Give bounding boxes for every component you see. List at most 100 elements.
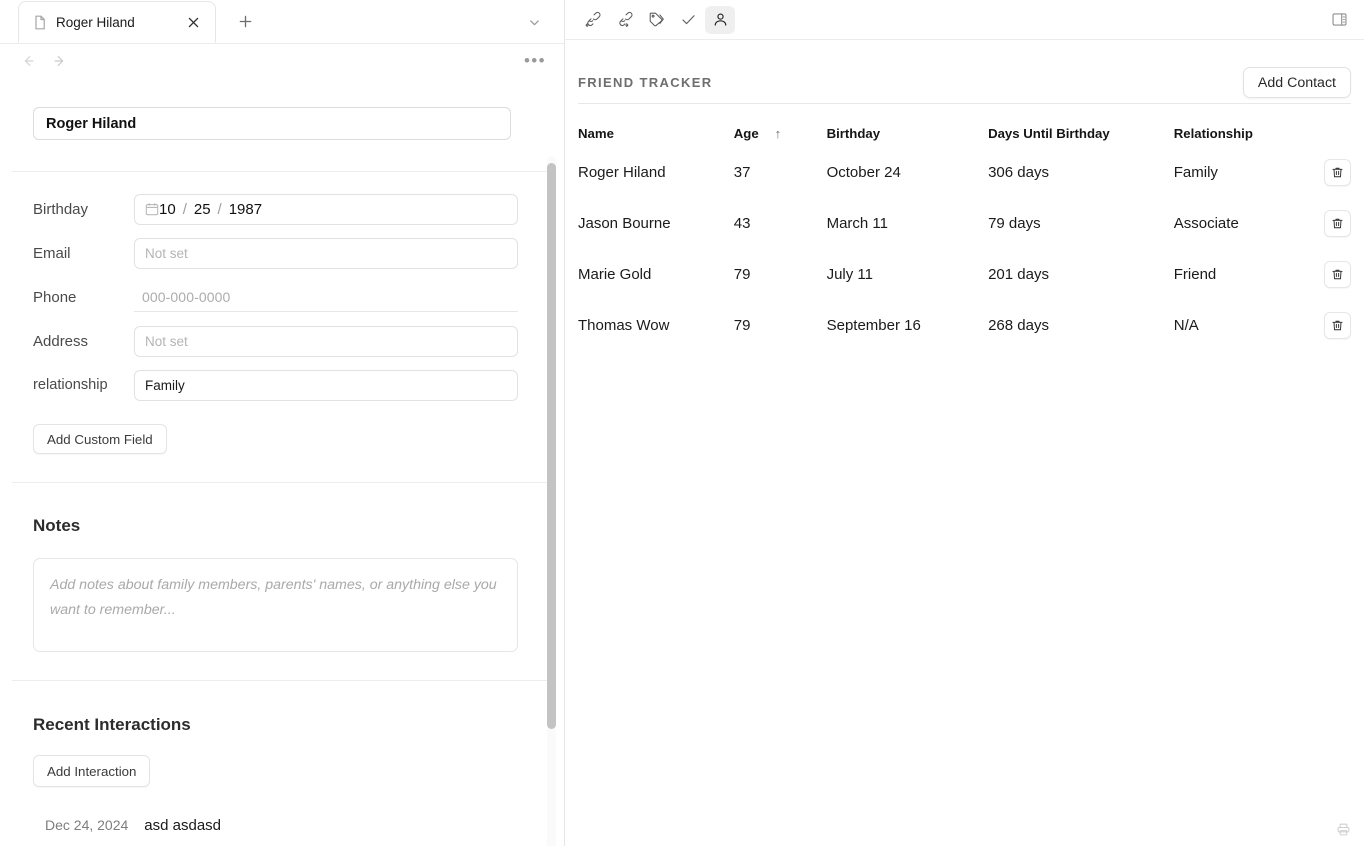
field-row-relationship: relationship Family: [33, 363, 531, 407]
notes-section: Notes Add notes about family members, pa…: [33, 516, 531, 652]
divider: [12, 482, 552, 483]
field-row-address: Address Not set: [33, 319, 531, 363]
right-toolbar: [565, 0, 1364, 40]
cell-days-until-birthday: 268 days: [988, 300, 1174, 351]
ellipsis-icon[interactable]: •••: [524, 52, 546, 70]
date-separator: /: [218, 201, 222, 218]
field-row-email: Email Not set: [33, 231, 531, 275]
cell-name: Jason Bourne: [578, 198, 734, 249]
cell-relationship: Associate: [1174, 198, 1301, 249]
chevron-down-icon[interactable]: [524, 12, 544, 32]
navigation-strip: •••: [0, 44, 564, 78]
recent-interactions-title: Recent Interactions: [33, 715, 531, 735]
add-contact-button[interactable]: Add Contact: [1243, 67, 1351, 98]
cell-actions: [1301, 198, 1351, 249]
link-backward-icon[interactable]: [577, 6, 607, 34]
delete-contact-button[interactable]: [1324, 159, 1351, 186]
field-label-birthday: Birthday: [33, 201, 134, 218]
list-item[interactable]: Dec 24, 2024 asd asdasd: [33, 817, 531, 834]
delete-contact-button[interactable]: [1324, 261, 1351, 288]
cell-spacer: [775, 300, 827, 351]
birthday-year: 1987: [229, 201, 262, 218]
tracker-header: FRIEND TRACKER Add Contact: [578, 40, 1351, 103]
notes-title: Notes: [33, 516, 531, 536]
cell-name: Marie Gold: [578, 249, 734, 300]
field-label-relationship: relationship: [33, 377, 134, 393]
delete-contact-button[interactable]: [1324, 210, 1351, 237]
cell-days-until-birthday: 306 days: [988, 147, 1174, 198]
address-input[interactable]: Not set: [134, 326, 518, 357]
birthday-month: 10: [159, 201, 176, 218]
field-label-phone: Phone: [33, 289, 134, 306]
cell-relationship: N/A: [1174, 300, 1301, 351]
app-window: Roger Hiland: [0, 0, 1364, 846]
cell-age: 43: [734, 198, 775, 249]
cell-name: Thomas Wow: [578, 300, 734, 351]
relationship-input[interactable]: Family: [134, 370, 518, 401]
column-header-age[interactable]: Age: [734, 120, 775, 147]
cell-birthday: October 24: [827, 147, 988, 198]
cell-spacer: [775, 147, 827, 198]
tags-icon[interactable]: [641, 6, 671, 34]
add-interaction-button[interactable]: Add Interaction: [33, 755, 150, 787]
print-icon[interactable]: [1332, 818, 1354, 840]
contact-name-input[interactable]: Roger Hiland: [33, 107, 511, 140]
column-header-birthday[interactable]: Birthday: [827, 120, 988, 147]
left-scrollbar-thumb[interactable]: [547, 163, 556, 729]
interaction-date: Dec 24, 2024: [45, 817, 128, 833]
sort-arrow-up: ↑: [775, 126, 782, 141]
arrow-right-icon[interactable]: [48, 49, 72, 73]
column-header-days-until-birthday[interactable]: Days Until Birthday: [988, 120, 1174, 147]
cell-birthday: September 16: [827, 300, 988, 351]
calendar-icon: [145, 202, 159, 216]
cell-days-until-birthday: 201 days: [988, 249, 1174, 300]
cell-days-until-birthday: 79 days: [988, 198, 1174, 249]
new-tab-button[interactable]: [230, 6, 260, 36]
contact-fields: Birthday 10 / 25 /: [33, 172, 531, 407]
sort-indicator-icon: ↑: [775, 120, 827, 147]
cell-age: 37: [734, 147, 775, 198]
field-row-birthday: Birthday 10 / 25 /: [33, 187, 531, 231]
birthday-day: 25: [194, 201, 211, 218]
check-icon[interactable]: [673, 6, 703, 34]
column-header-name[interactable]: Name: [578, 120, 734, 147]
notes-textarea[interactable]: Add notes about family members, parents'…: [33, 558, 518, 652]
document-icon: [33, 15, 47, 30]
table-row[interactable]: Thomas Wow 79 September 16 268 days N/A: [578, 300, 1351, 351]
contact-name-value: Roger Hiland: [46, 116, 136, 132]
add-custom-field-button[interactable]: Add Custom Field: [33, 424, 167, 454]
table-row[interactable]: Roger Hiland 37 October 24 306 days Fami…: [578, 147, 1351, 198]
table-row[interactable]: Jason Bourne 43 March 11 79 days Associa…: [578, 198, 1351, 249]
close-icon[interactable]: [183, 12, 203, 32]
cell-actions: [1301, 249, 1351, 300]
cell-relationship: Friend: [1174, 249, 1301, 300]
contacts-table: Name Age ↑ Birthday Days Until Birthday …: [578, 120, 1351, 351]
link-forward-icon[interactable]: [609, 6, 639, 34]
address-placeholder: Not set: [145, 334, 188, 349]
table-header-row: Name Age ↑ Birthday Days Until Birthday …: [578, 120, 1351, 147]
interaction-text: asd asdasd: [144, 817, 221, 834]
toggle-right-panel-icon[interactable]: [1326, 7, 1352, 33]
cell-spacer: [775, 249, 827, 300]
column-header-relationship[interactable]: Relationship: [1174, 120, 1301, 147]
arrow-left-icon[interactable]: [16, 49, 40, 73]
birthday-input[interactable]: 10 / 25 / 1987: [134, 194, 518, 225]
cell-relationship: Family: [1174, 147, 1301, 198]
delete-contact-button[interactable]: [1324, 312, 1351, 339]
phone-input[interactable]: 000-000-0000: [134, 282, 518, 312]
email-input[interactable]: Not set: [134, 238, 518, 269]
person-icon[interactable]: [705, 6, 735, 34]
cell-spacer: [775, 198, 827, 249]
email-placeholder: Not set: [145, 246, 188, 261]
cell-age: 79: [734, 300, 775, 351]
field-label-email: Email: [33, 245, 134, 262]
contacts-table-body: Roger Hiland 37 October 24 306 days Fami…: [578, 147, 1351, 351]
phone-placeholder: 000-000-0000: [142, 289, 230, 305]
cell-age: 79: [734, 249, 775, 300]
cell-birthday: March 11: [827, 198, 988, 249]
notes-placeholder: Add notes about family members, parents'…: [50, 577, 497, 618]
table-row[interactable]: Marie Gold 79 July 11 201 days Friend: [578, 249, 1351, 300]
right-panel: FRIEND TRACKER Add Contact Name Age ↑ Bi…: [565, 0, 1364, 846]
tab-roger-hiland[interactable]: Roger Hiland: [18, 1, 216, 43]
relationship-value: Family: [145, 378, 185, 393]
